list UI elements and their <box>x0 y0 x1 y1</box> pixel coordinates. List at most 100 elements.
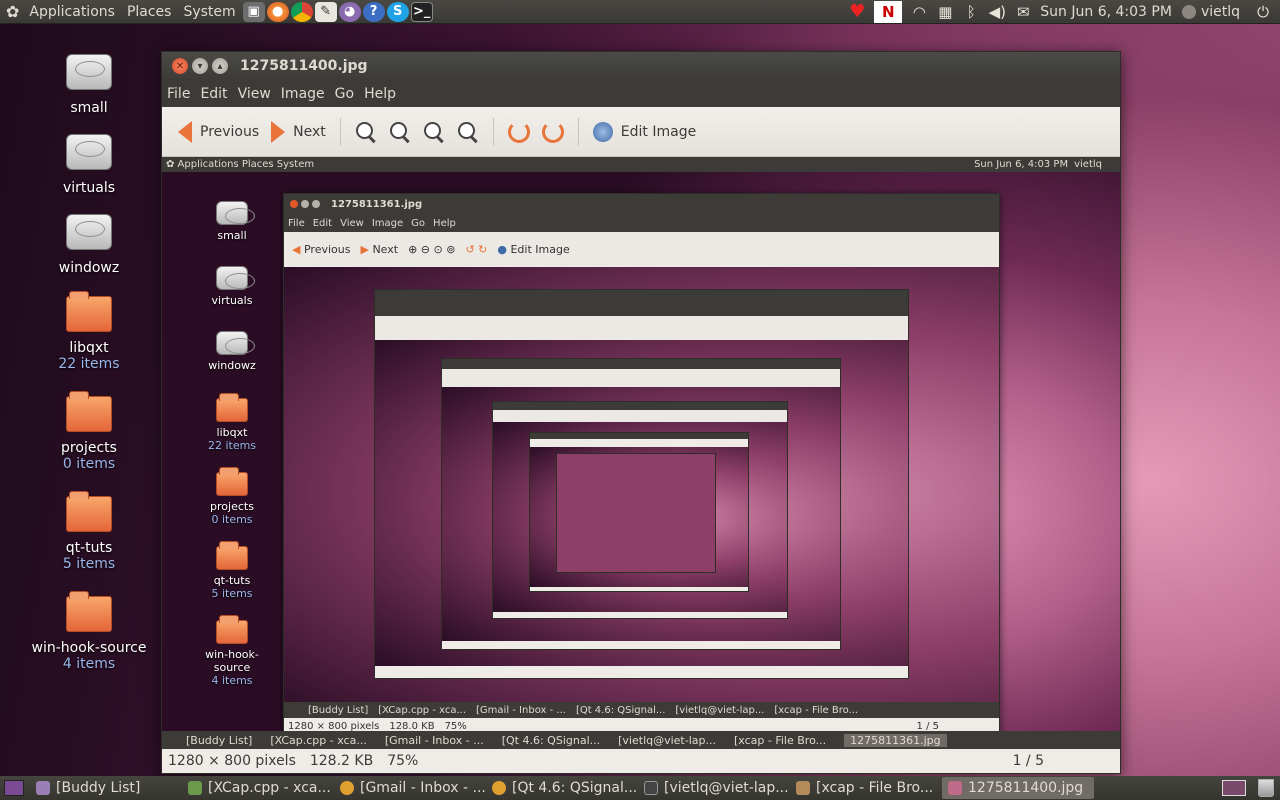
nested-desktop-label: win-hook-source <box>205 648 259 674</box>
menu-file[interactable]: File <box>162 86 195 102</box>
menu-go[interactable]: Go <box>330 86 359 102</box>
previous-button[interactable]: Previous <box>172 114 265 150</box>
mail-icon[interactable]: ✉ <box>1010 0 1036 24</box>
nested-outer-task: [vietlq@viet-lap... <box>618 734 716 747</box>
edit-image-icon <box>592 121 613 142</box>
status-zoom: 75% <box>387 753 419 769</box>
nested-next-label: Next <box>372 242 399 256</box>
taskbar-item-buddy-list[interactable]: [Buddy List] <box>30 777 182 799</box>
menu-image[interactable]: Image <box>276 86 330 102</box>
nested-menu-go: Go <box>411 217 426 229</box>
minimize-icon[interactable]: ▾ <box>192 58 208 74</box>
folder-icon <box>66 291 112 332</box>
maximize-icon[interactable]: ▴ <box>212 58 228 74</box>
nested-titlebar: 1275811361.jpg <box>284 194 999 214</box>
nested-menubar: File Edit View Image Go Help <box>284 214 999 232</box>
text-editor-launcher-icon[interactable]: ✎ <box>314 1 337 22</box>
zoom-in-icon[interactable] <box>355 121 377 143</box>
menu-help[interactable]: Help <box>359 86 401 102</box>
menu-view[interactable]: View <box>233 86 276 102</box>
rotate-left-icon[interactable] <box>507 120 530 143</box>
nested-outer-task-active: 1275811361.jpg <box>844 734 947 747</box>
arrow-left-icon <box>178 120 192 143</box>
nested-desktop-label: libqxt <box>216 426 248 439</box>
toolbar: Previous Next Edit Image <box>162 107 1120 157</box>
bluetooth-icon[interactable]: ᛒ <box>958 0 984 24</box>
status-dimensions: 1280 × 800 pixels <box>168 753 296 769</box>
nested-desktop-icons: small virtuals windowz libqxt 22 items pr… <box>192 197 272 687</box>
task-label: [Qt 4.6: QSignal... <box>512 780 638 796</box>
zoom-fit-icon[interactable] <box>457 121 479 143</box>
next-button[interactable]: Next <box>265 114 332 150</box>
top-panel: ✿ Applications Places System ▣ ● ✎ ◕ ? S… <box>0 0 1280 24</box>
taskbar-item-image-viewer[interactable]: 1275811400.jpg <box>942 777 1094 799</box>
help-launcher-icon[interactable]: ? <box>362 1 385 22</box>
menu-system[interactable]: System <box>177 4 241 20</box>
drive-icon <box>216 201 255 225</box>
nested-task: [Buddy List] <box>308 704 369 716</box>
window-titlebar[interactable]: ✕ ▾ ▴ 1275811400.jpg <box>162 52 1120 80</box>
nested-task: [XCap.cpp - xca... <box>378 704 467 716</box>
file-browser-icon <box>796 781 810 795</box>
taskbar-item-file-browser[interactable]: [xcap - File Bro... <box>790 777 942 799</box>
desktop-folder-libqxt[interactable]: libqxt 22 items <box>28 290 150 372</box>
nested-desktop-label: projects <box>210 500 254 513</box>
taskbar-item-xcap-cpp[interactable]: [XCap.cpp - xca... <box>182 777 334 799</box>
nested-desktop-count: 4 items <box>211 674 253 687</box>
rotate-right-icon[interactable] <box>541 120 564 143</box>
chrome-launcher-icon[interactable] <box>290 1 313 22</box>
zoom-normal-icon[interactable] <box>423 121 445 143</box>
notification-icon[interactable]: N <box>874 0 903 23</box>
desktop-folder-projects[interactable]: projects 0 items <box>28 390 150 472</box>
task-label: [XCap.cpp - xca... <box>208 780 331 796</box>
terminal-launcher-icon[interactable]: >_ <box>410 1 433 22</box>
desktop-drive-windowz[interactable]: windowz <box>28 210 150 276</box>
workspace-switcher-icon[interactable] <box>1222 780 1246 796</box>
nested-task: [Gmail - Inbox - ... <box>476 704 566 716</box>
pidgin-launcher-icon[interactable]: ◕ <box>338 1 361 22</box>
user-menu[interactable]: vietlq <box>1180 4 1250 20</box>
menu-places[interactable]: Places <box>121 4 178 20</box>
desktop-folder-qt-tuts[interactable]: qt-tuts 5 items <box>28 490 150 572</box>
taskbar-item-qt-docs[interactable]: [Qt 4.6: QSignal... <box>486 777 638 799</box>
firefox-launcher-icon[interactable]: ● <box>266 1 289 22</box>
editor-icon <box>188 781 202 795</box>
desktop-item-label: windowz <box>58 260 120 276</box>
volume-icon[interactable]: ◀) <box>984 0 1010 24</box>
taskbar-item-terminal[interactable]: [vietlq@viet-lap... <box>638 777 790 799</box>
edit-image-label: Edit Image <box>620 123 697 140</box>
desktop-drive-small[interactable]: small <box>28 50 150 116</box>
desktop-item-label: libqxt <box>69 340 109 356</box>
nested-menu-applications: ✿ Applications Places System <box>166 159 315 170</box>
heart-icon[interactable]: ♥ <box>844 0 870 24</box>
folder-icon <box>66 491 112 532</box>
clock[interactable]: Sun Jun 6, 4:03 PM <box>1036 4 1180 20</box>
keyboard-icon[interactable]: ▦ <box>932 0 958 24</box>
folder-icon <box>216 541 248 570</box>
ubuntu-logo-icon[interactable]: ✿ <box>0 2 23 21</box>
close-icon[interactable]: ✕ <box>172 58 188 74</box>
nested-menu-image: Image <box>371 217 404 229</box>
menu-edit[interactable]: Edit <box>195 86 232 102</box>
wifi-icon[interactable]: ◠ <box>906 0 932 24</box>
folder-icon <box>216 393 248 422</box>
nested-menu-file: File <box>288 217 305 229</box>
zoom-out-icon[interactable] <box>389 121 411 143</box>
statusbar: 1280 × 800 pixels 128.2 KB 75% 1 / 5 <box>162 749 1120 773</box>
desktop-folder-win-hook-source[interactable]: win-hook-source 4 items <box>28 590 150 672</box>
menu-applications[interactable]: Applications <box>23 4 121 20</box>
show-desktop-icon[interactable] <box>4 780 24 796</box>
task-label: [vietlq@viet-lap... <box>664 780 789 796</box>
skype-launcher-icon[interactable]: S <box>386 1 409 22</box>
nested-desktop-label: qt-tuts <box>213 574 251 587</box>
desktop-drive-virtuals[interactable]: virtuals <box>28 130 150 196</box>
image-display[interactable]: ✿ Applications Places System Sun Jun 6, … <box>162 157 1120 750</box>
nested-desktop-count: 22 items <box>207 439 257 452</box>
power-icon[interactable]: ⏻ <box>1250 0 1276 24</box>
edit-image-button[interactable]: Edit Image <box>587 114 702 150</box>
terminal-icon <box>644 781 658 795</box>
user-status-icon <box>1181 4 1196 19</box>
taskbar-item-gmail[interactable]: [Gmail - Inbox - ... <box>334 777 486 799</box>
screenshot-launcher-icon[interactable]: ▣ <box>242 1 265 22</box>
trash-icon[interactable] <box>1258 779 1274 797</box>
